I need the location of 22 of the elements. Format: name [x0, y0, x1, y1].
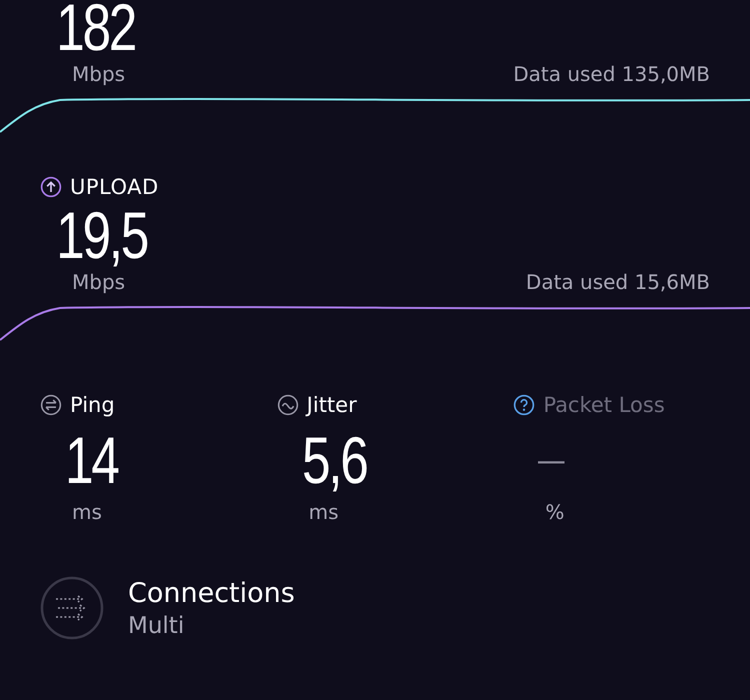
speed-unit: Mbps: [72, 270, 126, 294]
help-icon[interactable]: [513, 394, 536, 416]
connections-title: Connections: [128, 578, 295, 608]
ping-icon: [40, 394, 62, 416]
speed-value: 182: [55, 0, 136, 60]
metric-value: —: [537, 440, 562, 481]
speed-unit: Mbps: [72, 62, 126, 86]
metric-unit: %: [544, 500, 566, 524]
upload-label: UPLOAD: [70, 175, 159, 199]
metric-value: 5,6: [300, 422, 366, 499]
connections-value: Multi: [128, 612, 186, 638]
data-used-text: Data used 135,0MB: [513, 62, 710, 86]
metric-value: 14: [64, 422, 118, 499]
metric-label: Jitter: [306, 393, 357, 417]
metric-unit: ms: [308, 500, 340, 524]
speed-value: 19,5: [55, 202, 147, 268]
wave-icon: [276, 394, 299, 416]
data-used-text: Data used 15,6MB: [526, 270, 710, 294]
metric-unit: ms: [71, 500, 103, 524]
metric-label: Packet Loss: [543, 393, 665, 417]
metric-label: Ping: [70, 393, 115, 417]
connections-icon[interactable]: [40, 576, 104, 640]
